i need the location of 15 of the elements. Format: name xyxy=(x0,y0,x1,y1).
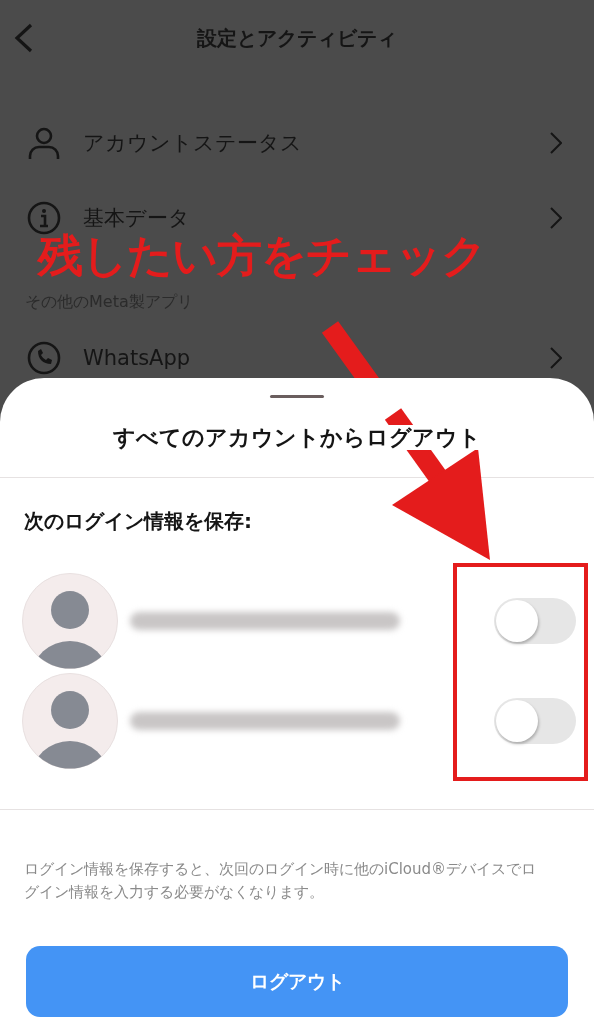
toggle-switch[interactable] xyxy=(494,698,576,744)
person-icon xyxy=(27,125,61,160)
section-heading: 次のログイン情報を保存: xyxy=(23,508,253,533)
avatar-icon xyxy=(22,673,118,769)
annotation-text: 残したい方をチェック xyxy=(38,232,486,280)
drag-handle[interactable] xyxy=(270,395,324,398)
chevron-icon xyxy=(550,131,562,154)
chevron-icon xyxy=(550,346,562,369)
toggle-switch[interactable] xyxy=(494,598,576,644)
sheet-title: すべてのアカウントからログアウト xyxy=(113,425,481,450)
logout-button[interactable]: ログアウト xyxy=(26,946,568,1017)
info-text: ログイン情報を保存すると、次回のログイン時に他のiCloud®デバイスでログイン情報を入力する必要がなくなります。 xyxy=(23,859,537,903)
phone-icon xyxy=(27,340,61,375)
chevron-icon xyxy=(550,206,562,229)
info-icon xyxy=(27,200,61,235)
